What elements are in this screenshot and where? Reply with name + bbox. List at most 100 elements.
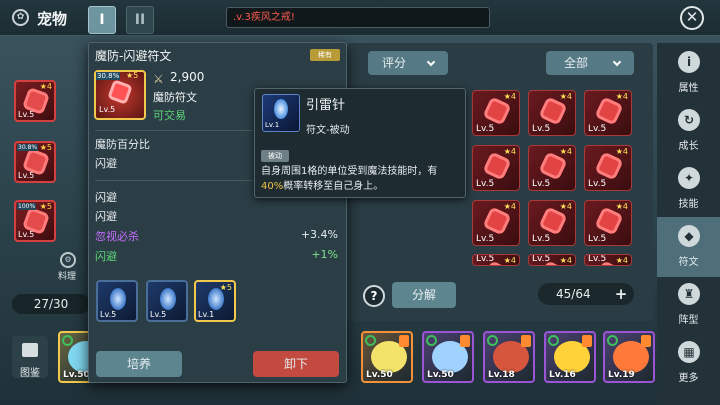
growth-icon: ↻ xyxy=(678,109,700,131)
rune-level: Lv.5 xyxy=(476,179,495,189)
rune-stars: ★5 xyxy=(39,202,52,211)
desc-highlight: 40% xyxy=(261,181,284,192)
book-icon xyxy=(22,343,38,357)
sub-stat-name: 闪避 xyxy=(95,210,117,223)
rune-level: Lv.5 xyxy=(588,179,607,189)
equipped-rune-slot-3[interactable]: 100% ★5 Lv.5 xyxy=(14,200,56,242)
nav-growth[interactable]: ↻ 成长 xyxy=(657,101,720,161)
main-stat-sub: 闪避 xyxy=(95,157,117,170)
pet-level: Lv.18 xyxy=(488,370,515,380)
rune-level: Lv.5 xyxy=(18,110,35,119)
cooking-label[interactable]: 料理 xyxy=(58,269,76,282)
rune-level: Lv.5 xyxy=(588,254,607,264)
rune-level: Lv.5 xyxy=(532,179,551,189)
more-icon: ▦ xyxy=(678,341,700,363)
sort-label: 评分 xyxy=(382,56,407,70)
gem-level: Lv.5 xyxy=(100,310,117,319)
rune-percent: 30.8% xyxy=(17,144,39,151)
rune-stars: ★4 xyxy=(559,147,572,156)
rune-item[interactable]: ★4 Lv.5 xyxy=(528,254,576,266)
atlas-label[interactable]: 图鉴 xyxy=(20,364,40,379)
nav-label: 成长 xyxy=(678,141,699,152)
nav-more[interactable]: ▦ 更多 xyxy=(657,333,720,393)
nav-skills[interactable]: ✦ 技能 xyxy=(657,159,720,219)
desc-text: 自身周围1格的单位受到魔法技能时，有 xyxy=(261,166,438,177)
paw-icon: ✿ xyxy=(12,9,29,26)
rune-level: Lv.5 xyxy=(18,230,35,239)
tab-page-2[interactable]: II xyxy=(126,6,154,34)
skill-gem-slot[interactable]: ★5 Lv.1 xyxy=(194,280,236,322)
rune-level: Lv.5 xyxy=(532,234,551,244)
equipped-rune-slot-2[interactable]: 30.8% ★5 Lv.5 xyxy=(14,141,56,183)
nav-attributes[interactable]: i 属性 xyxy=(657,43,720,103)
help-button[interactable]: ? xyxy=(363,285,385,307)
sub-stat-value: +1% xyxy=(311,248,338,261)
rune-item[interactable]: ★4 Lv.5 xyxy=(472,254,520,266)
pet-card[interactable]: Lv.18 xyxy=(483,331,535,383)
skill-gem-slot[interactable]: Lv.5 xyxy=(146,280,188,322)
rune-stars: ★4 xyxy=(615,92,628,101)
power-icon: ⚔ xyxy=(153,72,164,86)
rune-level: Lv.5 xyxy=(476,234,495,244)
pet-level: Lv.50 xyxy=(427,370,454,380)
sub-stat-value: +3.4% xyxy=(300,228,338,241)
rune-stars: ★4 xyxy=(615,202,628,211)
gem-level: Lv.5 xyxy=(150,310,167,319)
page-title: 宠物 xyxy=(37,10,68,28)
unequip-button[interactable]: 卸下 xyxy=(253,351,339,377)
rune-stars: ★4 xyxy=(615,256,628,265)
rune-type: 魔防符文 xyxy=(153,91,197,104)
nav-label: 技能 xyxy=(678,199,699,210)
rune-level: Lv.5 xyxy=(476,124,495,134)
chevron-down-icon xyxy=(612,57,622,67)
rune-item[interactable]: ★4 Lv.5 xyxy=(584,145,632,191)
pet-card[interactable]: Lv.19 xyxy=(603,331,655,383)
rune-icon: ◆ xyxy=(678,225,700,247)
rune-item[interactable]: ★4 Lv.5 xyxy=(584,254,632,266)
rune-level: Lv.5 xyxy=(99,105,116,114)
decompose-button[interactable]: 分解 xyxy=(392,282,456,308)
sort-dropdown[interactable]: 评分 xyxy=(368,51,448,75)
notice-bar[interactable]: .v.3疾风之戒! xyxy=(226,7,490,28)
rune-item[interactable]: ★4 Lv.5 xyxy=(584,90,632,136)
rune-stars: ★5 xyxy=(39,143,52,152)
rune-level: Lv.5 xyxy=(532,124,551,134)
rarity-badge: 稀有 xyxy=(310,49,340,61)
rune-item[interactable]: ★4 Lv.5 xyxy=(528,90,576,136)
tradable-status: 可交易 xyxy=(153,109,186,122)
cooking-icon[interactable]: ⚙ xyxy=(60,252,76,268)
pet-card[interactable]: Lv.16 xyxy=(544,331,596,383)
rune-stars: ★4 xyxy=(559,92,572,101)
close-button[interactable]: ✕ xyxy=(680,6,704,30)
rune-level: Lv.5 xyxy=(588,124,607,134)
rune-stars: ★4 xyxy=(559,256,572,265)
rune-item[interactable]: ★4 Lv.5 xyxy=(528,200,576,246)
equipped-rune-slot-1[interactable]: ★4 Lv.5 xyxy=(14,80,56,122)
filter-dropdown[interactable]: 全部 xyxy=(546,51,634,75)
rune-level: Lv.5 xyxy=(588,234,607,244)
rune-percent: 100% xyxy=(17,203,37,210)
rune-title: 魔防-闪避符文 xyxy=(95,49,172,63)
sub-stat-name: 闪避 xyxy=(95,191,117,204)
pet-level: Lv.19 xyxy=(608,370,635,380)
pet-card[interactable]: Lv.50 xyxy=(422,331,474,383)
skill-tag: 被动 xyxy=(261,150,289,162)
rune-item[interactable]: ★4 Lv.5 xyxy=(584,200,632,246)
skill-description: 自身周围1格的单位受到魔法技能时，有 40%概率转移至自己身上。 xyxy=(261,164,461,194)
rune-item[interactable]: ★4 Lv.5 xyxy=(472,145,520,191)
pet-card[interactable]: Lv.50 xyxy=(361,331,413,383)
rune-item[interactable]: ★4 Lv.5 xyxy=(472,90,520,136)
skill-gem-slot[interactable]: Lv.5 xyxy=(96,280,138,322)
rune-level: Lv.5 xyxy=(476,254,495,264)
nav-formation[interactable]: ♜ 阵型 xyxy=(657,275,720,335)
cultivate-button[interactable]: 培养 xyxy=(96,351,182,377)
tab-page-1[interactable]: I xyxy=(88,6,116,34)
pet-level: Lv.50 xyxy=(366,370,393,380)
combat-power: 2,900 xyxy=(170,70,205,84)
nav-runes[interactable]: ◆ 符文 xyxy=(657,217,720,277)
rune-item[interactable]: ★4 Lv.5 xyxy=(472,200,520,246)
rune-item[interactable]: ★4 Lv.5 xyxy=(528,145,576,191)
add-capacity-button[interactable]: + xyxy=(612,285,630,303)
nav-label: 属性 xyxy=(678,83,699,94)
main-stat-label: 魔防百分比 xyxy=(95,138,150,151)
